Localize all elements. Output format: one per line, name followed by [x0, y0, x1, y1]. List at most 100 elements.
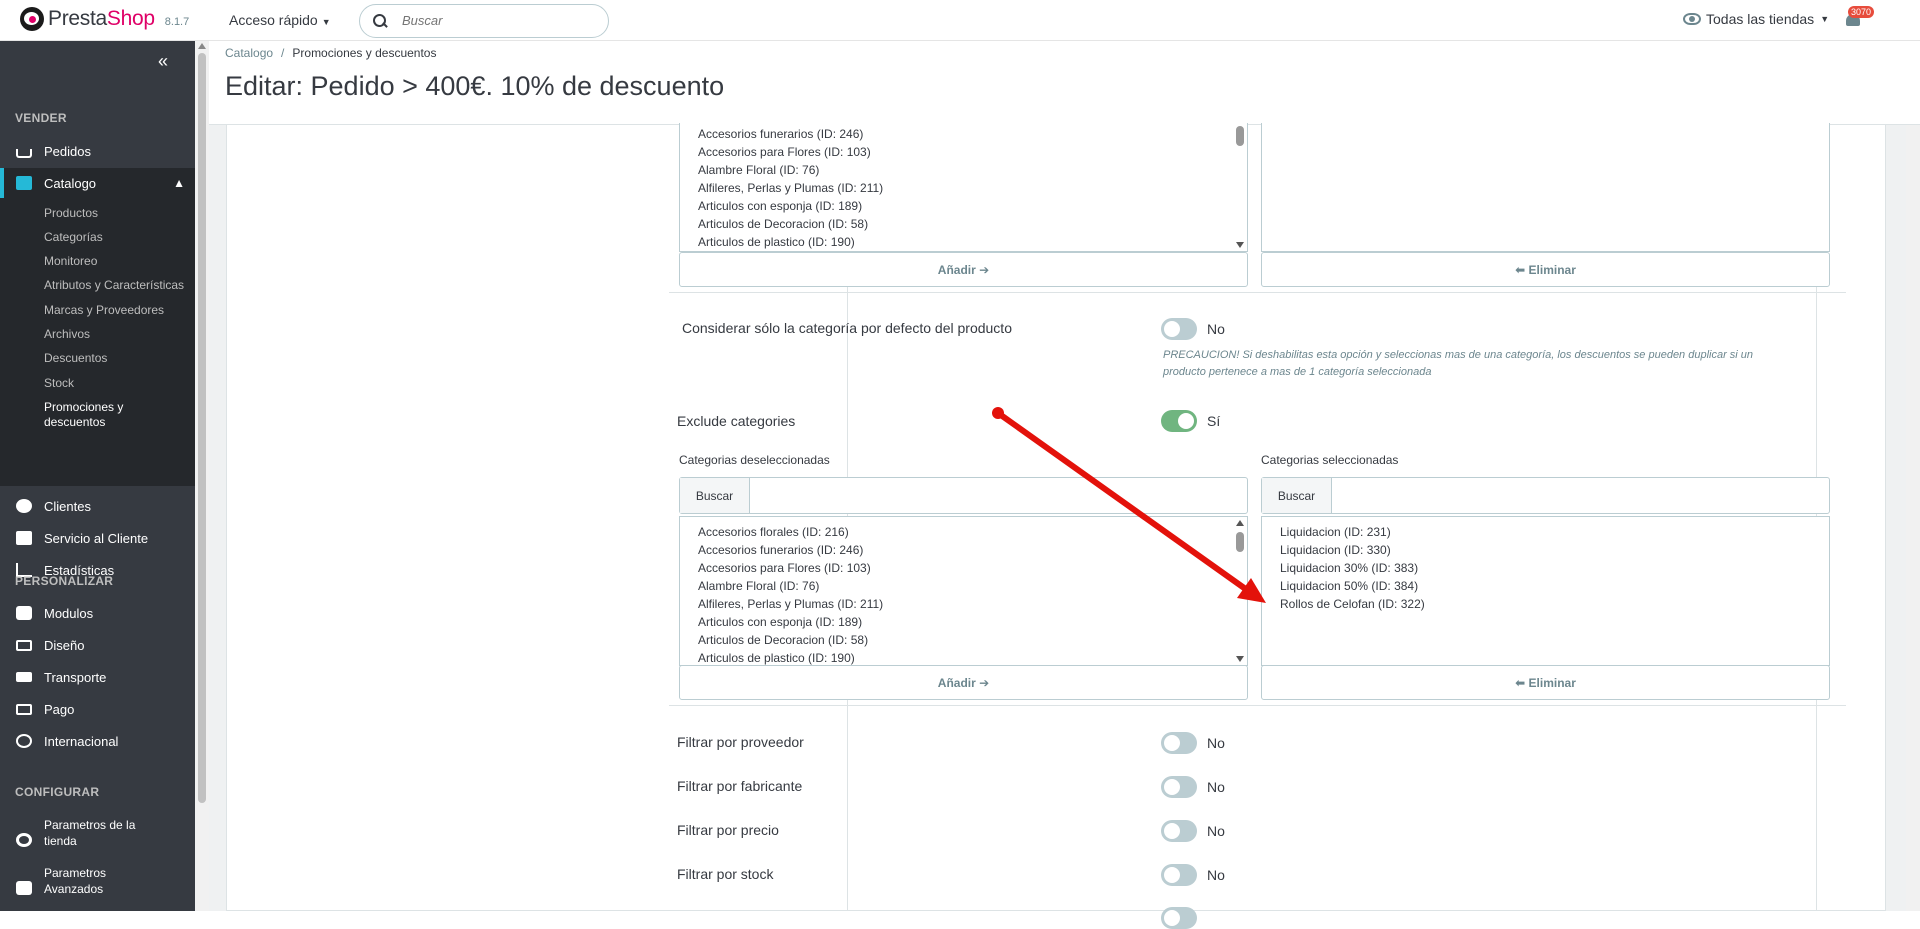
prestashop-logo[interactable]: PrestaShop 8.1.7: [20, 7, 189, 31]
puzzle-icon: [16, 606, 32, 620]
unselected-categories-list[interactable]: Accesorios florales (ID: 216) Accesorios…: [679, 516, 1248, 666]
caret-down-icon: ▼: [321, 17, 331, 27]
filter-manufacturer-value: No: [1207, 779, 1225, 795]
list-item[interactable]: Accesorios para Flores (ID: 103): [698, 145, 871, 159]
scroll-up-arrow-icon[interactable]: [1236, 520, 1244, 526]
catalog-submenu: Productos Categorías Monitoreo Atributos…: [0, 198, 195, 486]
filter-supplier-toggle[interactable]: [1161, 732, 1197, 754]
unselected-search-button[interactable]: Buscar: [680, 478, 750, 513]
list-scrollbar-thumb[interactable]: [1236, 532, 1244, 552]
submenu-files[interactable]: Archivos: [44, 327, 90, 341]
list-item[interactable]: Accesorios para Flores (ID: 103): [698, 561, 871, 575]
list-item[interactable]: Alambre Floral (ID: 76): [698, 579, 819, 593]
sidebar-item-orders[interactable]: Pedidos: [0, 136, 195, 166]
sidebar-item-payment[interactable]: Pago: [0, 694, 195, 724]
sidebar-item-advanced-params[interactable]: Parametros Avanzados: [0, 861, 195, 901]
filter-supplier-label: Filtrar por proveedor: [677, 734, 804, 750]
list-scrollbar[interactable]: [1235, 520, 1245, 662]
collapse-sidebar-icon[interactable]: «: [158, 51, 168, 72]
list-item[interactable]: Articulos de plastico (ID: 190): [698, 235, 855, 249]
remove-button-label: Eliminar: [1528, 262, 1576, 277]
add-button[interactable]: Añadir ➔: [679, 252, 1248, 287]
unselected-search[interactable]: Buscar: [679, 477, 1248, 514]
scroll-up-arrow-icon[interactable]: [198, 43, 206, 49]
header-search[interactable]: [359, 4, 609, 38]
sidebar-item-shop-params[interactable]: Parametros de la tienda: [0, 813, 195, 853]
list-item[interactable]: Accesorios funerarios (ID: 246): [698, 127, 863, 141]
list-item[interactable]: Liquidacion (ID: 231): [1280, 525, 1391, 539]
truck-icon: [16, 672, 32, 682]
exclude-categories-toggle[interactable]: [1161, 410, 1197, 432]
sidebar-item-label: Catalogo: [44, 175, 97, 191]
list-item[interactable]: Accesorios florales (ID: 216): [698, 525, 849, 539]
sidebar-scrollbar[interactable]: [195, 41, 209, 911]
breadcrumb-promotions[interactable]: Promociones y descuentos: [292, 46, 436, 60]
list-scrollbar[interactable]: [1235, 126, 1245, 248]
submenu-brands[interactable]: Marcas y Proveedores: [44, 303, 164, 317]
remove-category-button[interactable]: ⬅ Eliminar: [1261, 665, 1830, 700]
selected-search-button[interactable]: Buscar: [1262, 478, 1332, 513]
header-search-input[interactable]: [400, 12, 590, 29]
arrow-left-icon: ⬅: [1515, 262, 1526, 277]
quick-access-dropdown[interactable]: Acceso rápido ▼: [229, 12, 331, 28]
list-item[interactable]: Articulos de Decoracion (ID: 58): [698, 633, 868, 647]
caret-down-icon: ▼: [1820, 14, 1830, 24]
list-item[interactable]: Articulos de plastico (ID: 190): [698, 651, 855, 665]
submenu-monitoring[interactable]: Monitoreo: [44, 254, 97, 268]
list-item[interactable]: Liquidacion 50% (ID: 384): [1280, 579, 1418, 593]
shop-selector[interactable]: Todas las tiendas ▼: [1683, 11, 1829, 27]
top-selected-list[interactable]: [1261, 123, 1830, 252]
scroll-down-arrow-icon[interactable]: [1236, 242, 1244, 248]
quick-access-label: Acceso rápido: [229, 12, 318, 28]
list-item[interactable]: Alambre Floral (ID: 76): [698, 163, 819, 177]
sidebar-item-international[interactable]: Internacional: [0, 726, 195, 756]
filter-stock-toggle[interactable]: [1161, 864, 1197, 886]
filter-supplier-value: No: [1207, 735, 1225, 751]
submenu-promotions[interactable]: Promociones y descuentos: [44, 400, 123, 429]
unselected-categories-label: Categorias deseleccionadas: [679, 453, 830, 467]
next-filter-toggle[interactable]: [1161, 907, 1197, 929]
list-item[interactable]: Articulos con esponja (ID: 189): [698, 199, 862, 213]
selected-categories-list[interactable]: Liquidacion (ID: 231) Liquidacion (ID: 3…: [1261, 516, 1830, 666]
submenu-products[interactable]: Productos: [44, 206, 98, 220]
list-item[interactable]: Alfileres, Perlas y Plumas (ID: 211): [698, 181, 883, 195]
list-item[interactable]: Articulos de Decoracion (ID: 58): [698, 217, 868, 231]
list-item[interactable]: Articulos con esponja (ID: 189): [698, 615, 862, 629]
remove-button[interactable]: ⬅ Eliminar: [1261, 252, 1830, 287]
shop-selector-label: Todas las tiendas: [1706, 11, 1815, 27]
submenu-categories[interactable]: Categorías: [44, 230, 103, 244]
sidebar-item-design[interactable]: Diseño: [0, 630, 195, 660]
remove-button-label: Eliminar: [1528, 675, 1576, 690]
brand-name: PrestaShop: [48, 7, 155, 30]
filter-price-toggle[interactable]: [1161, 820, 1197, 842]
sidebar-item-shipping[interactable]: Transporte: [0, 662, 195, 692]
list-item[interactable]: Liquidacion (ID: 330): [1280, 543, 1391, 557]
list-scrollbar-thumb[interactable]: [1236, 126, 1244, 146]
list-item[interactable]: Alfileres, Perlas y Plumas (ID: 211): [698, 597, 883, 611]
monitor-icon: [16, 639, 32, 651]
scroll-down-arrow-icon[interactable]: [1236, 656, 1244, 662]
sidebar-item-label: Pago: [44, 701, 75, 717]
main-scrollbar[interactable]: [1906, 125, 1920, 911]
list-item[interactable]: Accesorios funerarios (ID: 246): [698, 543, 863, 557]
top-unselected-list[interactable]: Accesorios funerarios (ID: 246) Accesori…: [679, 123, 1248, 252]
submenu-attributes[interactable]: Atributos y Características: [44, 278, 184, 292]
sidebar-item-modules[interactable]: Modulos: [0, 598, 195, 628]
sidebar-item-customer-service[interactable]: Servicio al Cliente: [0, 523, 195, 553]
selected-search[interactable]: Buscar: [1261, 477, 1830, 514]
default-category-toggle[interactable]: [1161, 318, 1197, 340]
submenu-discounts[interactable]: Descuentos: [44, 351, 107, 365]
arrow-left-icon: ⬅: [1515, 675, 1526, 690]
list-item[interactable]: Liquidacion 30% (ID: 383): [1280, 561, 1418, 575]
top-header: PrestaShop 8.1.7 Acceso rápido▼ Todas la…: [0, 0, 1920, 41]
sidebar-item-clients[interactable]: Clientes: [0, 491, 195, 521]
list-item[interactable]: Rollos de Celofan (ID: 322): [1280, 597, 1425, 611]
sidebar-item-catalog[interactable]: Catalogo ▲: [0, 168, 195, 198]
add-category-button[interactable]: Añadir ➔: [679, 665, 1248, 700]
sidebar-scrollbar-thumb[interactable]: [198, 53, 206, 803]
notifications-button[interactable]: 3070: [1844, 6, 1875, 30]
filter-manufacturer-toggle[interactable]: [1161, 776, 1197, 798]
breadcrumb-catalog[interactable]: Catalogo: [225, 46, 273, 60]
sidebar-item-label: Pedidos: [44, 143, 91, 159]
submenu-stock[interactable]: Stock: [44, 376, 74, 390]
